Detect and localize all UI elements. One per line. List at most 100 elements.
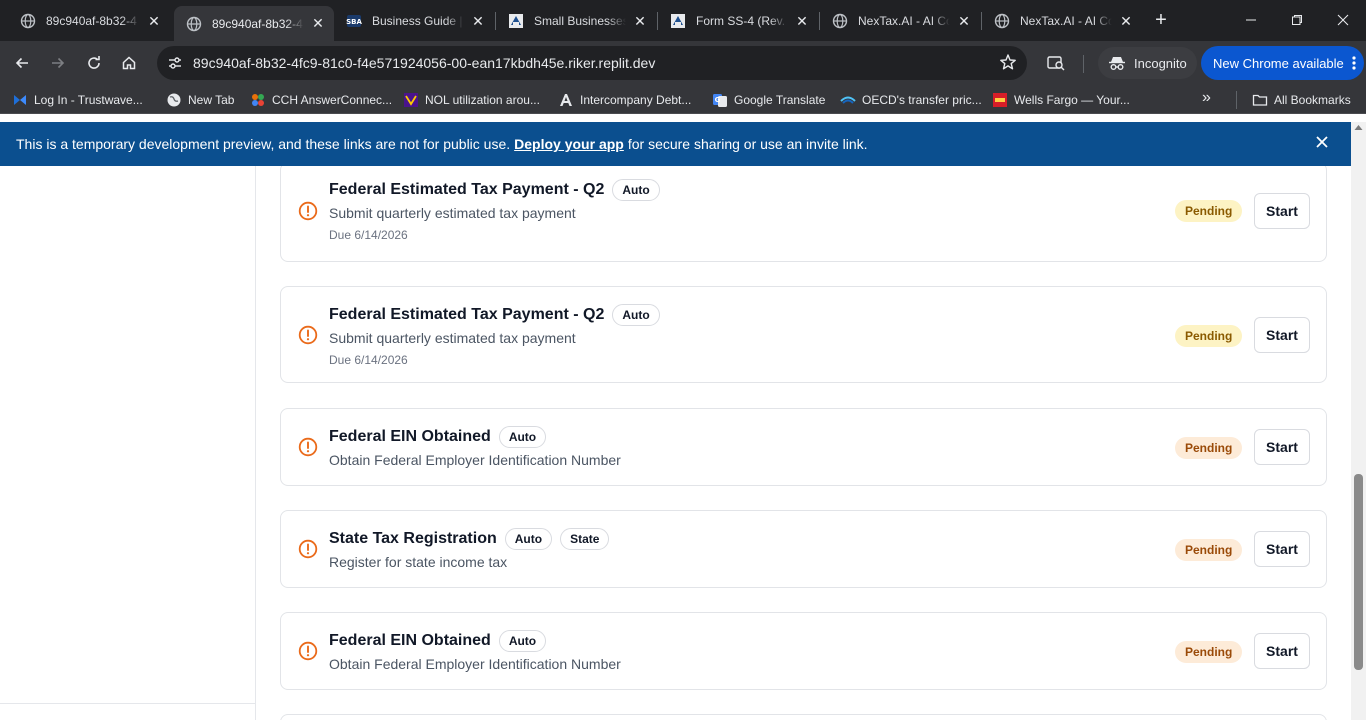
close-tab-icon[interactable]: ✕	[632, 13, 648, 29]
tab-5[interactable]: NexTax.AI - AI Co ✕	[820, 6, 980, 36]
task-title-row: State Tax Registration Auto State	[329, 528, 610, 550]
minimize-icon[interactable]	[1228, 0, 1274, 40]
address-bar[interactable]: 89c940af-8b32-4fc9-81c0-f4e571924056-00-…	[157, 46, 1027, 80]
tab-title: Business Guide |	[372, 14, 463, 28]
start-button[interactable]: Start	[1254, 633, 1310, 669]
close-tab-icon[interactable]: ✕	[1118, 13, 1134, 29]
close-tab-icon[interactable]: ✕	[794, 13, 810, 29]
close-tab-icon[interactable]: ✕	[310, 15, 326, 32]
browser-toolbar: 89c940af-8b32-4fc9-81c0-f4e571924056-00-…	[0, 41, 1366, 85]
close-tab-icon[interactable]: ✕	[146, 13, 162, 29]
bookmark-label: CCH AnswerConnec...	[272, 93, 393, 107]
app-page: Federal Estimated Tax Payment - Q2 Auto …	[0, 166, 1351, 720]
bookmark-label: New Tab	[188, 93, 235, 107]
scrollbar-thumb[interactable]	[1354, 474, 1363, 670]
start-button[interactable]: Start	[1254, 317, 1310, 353]
back-arrow-icon[interactable]	[8, 49, 36, 77]
forward-arrow-icon[interactable]	[44, 49, 72, 77]
bookmark-label: Wells Fargo — Your...	[1014, 93, 1130, 107]
bookmark-new-tab[interactable]: New Tab	[166, 90, 234, 110]
irs-icon	[670, 13, 686, 29]
tab-2[interactable]: SBA Business Guide | ✕	[334, 6, 494, 36]
task-card: Federal Estimated Tax Payment - Q2 Auto …	[280, 166, 1327, 262]
bookmark-oecd[interactable]: OECD's transfer pric...	[840, 90, 982, 110]
update-label: New Chrome available	[1213, 55, 1344, 71]
incognito-indicator[interactable]: Incognito	[1098, 47, 1197, 79]
task-due-date: Due 6/14/2026	[329, 228, 408, 242]
svg-text:G: G	[715, 96, 721, 104]
kebab-menu-icon[interactable]	[1352, 55, 1356, 71]
new-chrome-available-button[interactable]: New Chrome available	[1201, 46, 1364, 80]
deploy-app-link[interactable]: Deploy your app	[514, 136, 624, 152]
bookmark-label: Log In - Trustwave...	[34, 93, 143, 107]
intercompany-icon	[558, 92, 574, 108]
tab-6[interactable]: NexTax.AI - AI Co ✕	[982, 6, 1142, 36]
auto-chip: Auto	[504, 528, 553, 550]
task-card-partial	[280, 714, 1327, 720]
tab-4[interactable]: Form SS-4 (Rev. D ✕	[658, 6, 818, 36]
globe-icon	[186, 16, 202, 32]
task-due-date: Due 6/14/2026	[329, 353, 408, 367]
close-window-icon[interactable]	[1320, 0, 1366, 40]
tab-separator	[819, 12, 820, 30]
task-title: Federal Estimated Tax Payment - Q2	[329, 306, 605, 323]
close-tab-icon[interactable]: ✕	[470, 13, 486, 29]
bookmark-wells-fargo[interactable]: Wells Fargo — Your...	[992, 90, 1130, 110]
tab-title: 89c940af-8b32-4	[46, 14, 137, 28]
task-title: Federal EIN Obtained	[329, 632, 491, 649]
site-settings-icon[interactable]	[163, 51, 187, 75]
bookmark-intercompany[interactable]: Intercompany Debt...	[558, 90, 691, 110]
tab-search-icon[interactable]	[1042, 49, 1070, 77]
bookmark-trustwave[interactable]: Log In - Trustwave...	[12, 90, 143, 110]
tab-3[interactable]: Small Businesses ✕	[496, 6, 656, 36]
bookmark-label: Intercompany Debt...	[580, 93, 692, 107]
start-button[interactable]: Start	[1254, 531, 1310, 567]
task-title: Federal Estimated Tax Payment - Q2	[329, 181, 605, 198]
tab-strip: 89c940af-8b32-4 ✕ 89c940af-8b32-4 ✕ SBA …	[0, 0, 1366, 41]
task-description: Submit quarterly estimated tax payment	[329, 205, 576, 221]
alert-circle-icon	[298, 201, 318, 221]
scroll-up-arrow-icon[interactable]	[1354, 124, 1363, 131]
banner-text: This is a temporary development preview,…	[16, 136, 511, 152]
tab-0[interactable]: 89c940af-8b32-4 ✕	[8, 6, 170, 36]
restore-icon[interactable]	[1274, 0, 1320, 40]
page-top-gap	[0, 114, 1366, 122]
task-description: Obtain Federal Employer Identification N…	[329, 656, 621, 672]
dev-preview-banner: This is a temporary development preview,…	[0, 122, 1351, 166]
start-button[interactable]: Start	[1254, 429, 1310, 465]
svg-text:SBA: SBA	[346, 18, 362, 26]
task-card: Federal Estimated Tax Payment - Q2 Auto …	[280, 286, 1327, 383]
sidebar-footer-divider	[0, 703, 255, 704]
home-icon[interactable]	[115, 49, 143, 77]
task-description: Obtain Federal Employer Identification N…	[329, 452, 621, 468]
globe-icon	[832, 13, 848, 29]
cch-icon	[250, 92, 266, 108]
nol-icon	[403, 92, 419, 108]
more-bookmarks-chevron-icon[interactable]: »	[1202, 89, 1211, 107]
bookmark-star-icon[interactable]	[999, 53, 1017, 71]
start-button[interactable]: Start	[1254, 193, 1310, 229]
all-bookmarks[interactable]: All Bookmarks	[1252, 90, 1351, 110]
task-card: Federal EIN Obtained Auto Obtain Federal…	[280, 612, 1327, 690]
toolbar-separator	[1083, 55, 1084, 73]
tab-separator	[495, 12, 496, 30]
tab-title: NexTax.AI - AI Co	[1020, 14, 1112, 28]
bookmark-label: All Bookmarks	[1274, 93, 1351, 107]
incognito-icon	[1109, 57, 1125, 70]
auto-chip: Auto	[612, 179, 660, 201]
banner-text-after: for secure sharing or use an invite link…	[627, 136, 868, 152]
auto-chip: Auto	[612, 304, 660, 326]
tab-separator	[657, 12, 658, 30]
alert-circle-icon	[298, 539, 318, 559]
tab-1-active[interactable]: 89c940af-8b32-4 ✕	[174, 6, 334, 41]
bookmark-google-translate[interactable]: G Google Translate	[712, 90, 825, 110]
bookmark-cch[interactable]: CCH AnswerConnec...	[250, 90, 392, 110]
bookmark-nol[interactable]: NOL utilization arou...	[403, 90, 540, 110]
new-tab-plus-icon[interactable]: +	[1149, 9, 1173, 33]
close-tab-icon[interactable]: ✕	[956, 13, 972, 29]
alert-circle-icon	[298, 437, 318, 457]
banner-close-icon[interactable]	[1315, 135, 1329, 149]
auto-chip: Auto	[498, 630, 547, 652]
reload-icon[interactable]	[80, 49, 108, 77]
tab-title: Form SS-4 (Rev. D	[696, 14, 788, 28]
